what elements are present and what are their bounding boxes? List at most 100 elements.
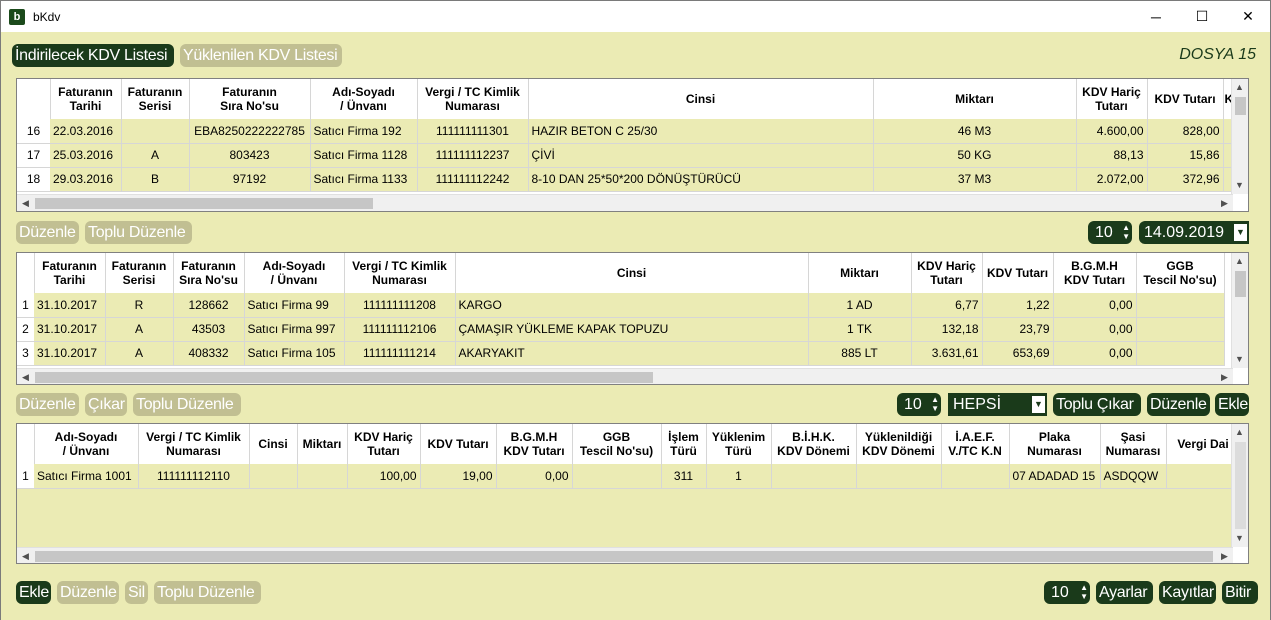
spin-arrows-icon[interactable]: ▲ ▼	[1122, 223, 1130, 241]
scroll-right-icon[interactable]: ▶	[1216, 548, 1233, 563]
tab-yuklenilen[interactable]: Yüklenilen KDV Listesi	[180, 44, 342, 67]
cell[interactable]: 0,00	[1053, 341, 1137, 366]
table-row[interactable]: 16 22.03.2016 EBA8250222222785 Satıcı Fi…	[17, 119, 1236, 144]
scroll-right-icon[interactable]: ▶	[1216, 195, 1233, 211]
cell[interactable]: 4.600,00	[1076, 119, 1148, 144]
cell[interactable]: Satıcı Firma 99	[244, 293, 345, 318]
scroll-thumb[interactable]	[35, 198, 373, 209]
close-button[interactable]: ✕	[1225, 1, 1271, 32]
vertical-scrollbar[interactable]: ▲ ▼	[1231, 253, 1248, 368]
scroll-up-icon[interactable]: ▲	[1231, 424, 1248, 441]
maximize-button[interactable]: ☐	[1179, 1, 1225, 32]
scroll-right-icon[interactable]: ▶	[1216, 369, 1233, 384]
edit-button[interactable]: Düzenle	[16, 393, 79, 416]
cell[interactable]: 100,00	[347, 464, 421, 489]
cell[interactable]: 111111112237	[417, 143, 529, 168]
col-header[interactable]: B.G.M.H KDV Tutarı	[496, 424, 573, 464]
col-header[interactable]: Miktarı	[297, 424, 348, 464]
scroll-left-icon[interactable]: ◀	[17, 369, 34, 384]
cell[interactable]: 885 LT	[808, 341, 912, 366]
cell[interactable]: 19,00	[420, 464, 497, 489]
bulk-edit-button[interactable]: Toplu Düzenle	[154, 581, 261, 604]
cell[interactable]: ÇAMAŞIR YÜKLEME KAPAK TOPUZU	[455, 317, 809, 342]
col-header[interactable]: Şasi Numarası	[1100, 424, 1167, 464]
table-row[interactable]: 1 Satıcı Firma 1001 111111112110 100,00 …	[17, 464, 1241, 489]
cell[interactable]: HAZIR BETON C 25/30	[528, 119, 874, 144]
minimize-button[interactable]: ─	[1133, 1, 1179, 32]
cell[interactable]: 25.03.2016	[50, 143, 122, 168]
tab-indirilecek[interactable]: İndirilecek KDV Listesi	[12, 44, 174, 67]
cell[interactable]	[856, 464, 942, 489]
cell[interactable]: A	[105, 341, 174, 366]
remove-button[interactable]: Çıkar	[85, 393, 127, 416]
scroll-down-icon[interactable]: ▼	[1231, 351, 1248, 368]
cell[interactable]: 111111112110	[138, 464, 250, 489]
cell[interactable]: 111111112106	[344, 317, 456, 342]
cell[interactable]: Satıcı Firma 997	[244, 317, 345, 342]
col-header[interactable]: KDV Tutarı	[982, 253, 1054, 293]
col-header[interactable]: KDV Hariç Tutarı	[911, 253, 983, 293]
cell[interactable]: 3.631,61	[911, 341, 983, 366]
cell[interactable]: R	[105, 293, 174, 318]
cell[interactable]	[297, 464, 348, 489]
cell[interactable]: 0,00	[496, 464, 573, 489]
date-picker[interactable]: 14.09.2019 ▼	[1139, 221, 1249, 244]
col-header[interactable]: İşlem Türü	[661, 424, 707, 464]
col-header[interactable]: Adı-Soyadı / Ünvanı	[34, 424, 139, 464]
cell[interactable]: 311	[661, 464, 707, 489]
filter-select[interactable]: HEPSİ ▼	[948, 393, 1047, 416]
col-header[interactable]: Cinsi	[455, 253, 809, 293]
cell[interactable]: 1,22	[982, 293, 1054, 318]
scroll-down-icon[interactable]: ▼	[1231, 530, 1248, 547]
edit-button-2[interactable]: Düzenle	[1147, 393, 1210, 416]
cell[interactable]: 1	[706, 464, 772, 489]
col-header[interactable]: Miktarı	[873, 79, 1077, 119]
scroll-up-icon[interactable]: ▲	[1231, 79, 1248, 96]
cell[interactable]: 1 TK	[808, 317, 912, 342]
cell[interactable]	[1136, 293, 1225, 318]
scroll-thumb[interactable]	[1235, 442, 1246, 529]
col-header[interactable]: Vergi / TC Kimlik Numarası	[344, 253, 456, 293]
cell[interactable]: Satıcı Firma 105	[244, 341, 345, 366]
scroll-down-icon[interactable]: ▼	[1231, 177, 1248, 194]
col-header[interactable]: Plaka Numarası	[1009, 424, 1101, 464]
cell[interactable]: 828,00	[1147, 119, 1224, 144]
cell[interactable]: 31.10.2017	[34, 293, 106, 318]
cell[interactable]: 23,79	[982, 317, 1054, 342]
cell[interactable]: 43503	[173, 317, 245, 342]
spin-arrows-icon[interactable]: ▲ ▼	[1080, 583, 1088, 601]
cell[interactable]	[771, 464, 857, 489]
cell[interactable]: 0,00	[1053, 317, 1137, 342]
scroll-thumb[interactable]	[1235, 271, 1246, 297]
col-header[interactable]: Yüklenim Türü	[706, 424, 772, 464]
cell[interactable]: 1 AD	[808, 293, 912, 318]
col-header[interactable]: KDV Hariç Tutarı	[1076, 79, 1148, 119]
finish-button[interactable]: Bitir	[1222, 581, 1258, 604]
cell[interactable]: 128662	[173, 293, 245, 318]
cell[interactable]	[1166, 464, 1241, 489]
col-header[interactable]: Faturanın Sıra No'su	[189, 79, 311, 119]
cell[interactable]: 31.10.2017	[34, 341, 106, 366]
cell[interactable]: 97192	[189, 167, 311, 192]
col-header[interactable]: Vergi Dai	[1166, 424, 1241, 464]
cell[interactable]: 372,96	[1147, 167, 1224, 192]
cell[interactable]: ÇİVİ	[528, 143, 874, 168]
cell[interactable]: B	[121, 167, 190, 192]
cell[interactable]: 803423	[189, 143, 311, 168]
add-button[interactable]: Ekle	[16, 581, 51, 604]
bulk-remove-button[interactable]: Toplu Çıkar	[1053, 393, 1141, 416]
cell[interactable]: 653,69	[982, 341, 1054, 366]
scroll-thumb[interactable]	[35, 551, 1213, 562]
col-header[interactable]: Faturanın Serisi	[105, 253, 174, 293]
cell[interactable]: 31.10.2017	[34, 317, 106, 342]
horizontal-scrollbar[interactable]: ◀ ▶	[17, 194, 1233, 211]
col-header[interactable]: Vergi / TC Kimlik Numarası	[138, 424, 250, 464]
edit-button[interactable]: Düzenle	[57, 581, 119, 604]
page-size-stepper[interactable]: 10 ▲ ▼	[897, 393, 941, 416]
vertical-scrollbar[interactable]: ▲ ▼	[1231, 424, 1248, 547]
cell[interactable]: 111111111301	[417, 119, 529, 144]
horizontal-scrollbar[interactable]: ◀ ▶	[17, 547, 1233, 563]
cell[interactable]: 37 M3	[873, 167, 1077, 192]
col-header[interactable]: Faturanın Tarihi	[34, 253, 106, 293]
cell[interactable]: Satıcı Firma 1001	[34, 464, 139, 489]
